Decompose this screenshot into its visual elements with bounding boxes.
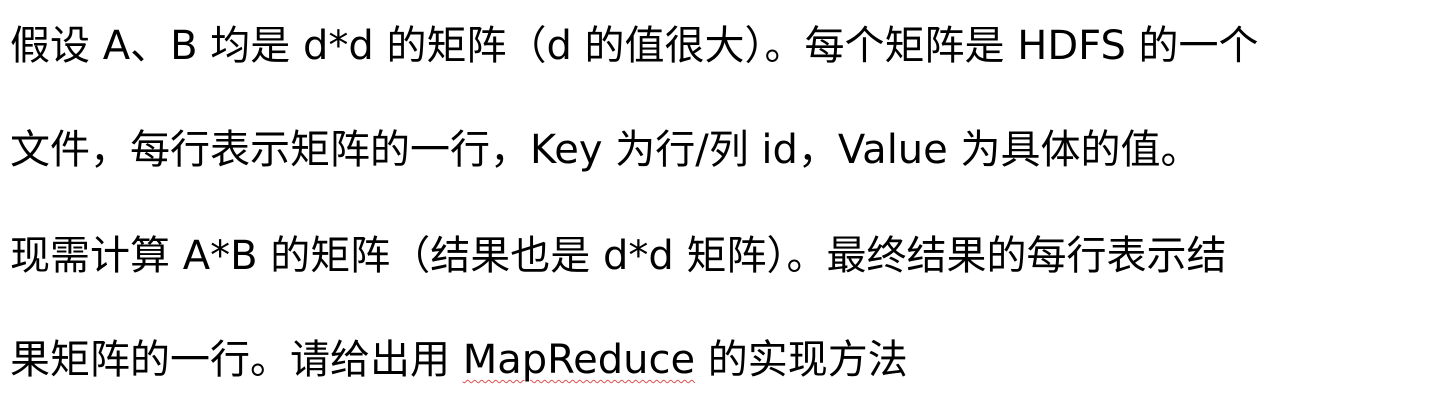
text-line-4-end: 的实现方法 [695,337,908,383]
document-body: 假设 A、B 均是 d*d 的矩阵（d 的值很大）。每个矩阵是 HDFS 的一个… [10,0,1450,409]
spellcheck-word-mapreduce: MapReduce [462,337,696,383]
text-line-2: 文件，每行表示矩阵的一行，Key 为行/列 id，Value 为具体的值。 [10,127,1201,173]
text-line-3: 现需计算 A*B 的矩阵（结果也是 d*d 矩阵）。最终结果的每行表示结 [10,233,1227,279]
text-line-1: 假设 A、B 均是 d*d 的矩阵（d 的值很大）。每个矩阵是 HDFS 的一个 [10,23,1259,69]
text-line-4: 果矩阵的一行。请给出用 MapReduce 的实现方法 [10,330,908,390]
text-line-4-start: 果矩阵的一行。请给出用 [10,337,463,383]
